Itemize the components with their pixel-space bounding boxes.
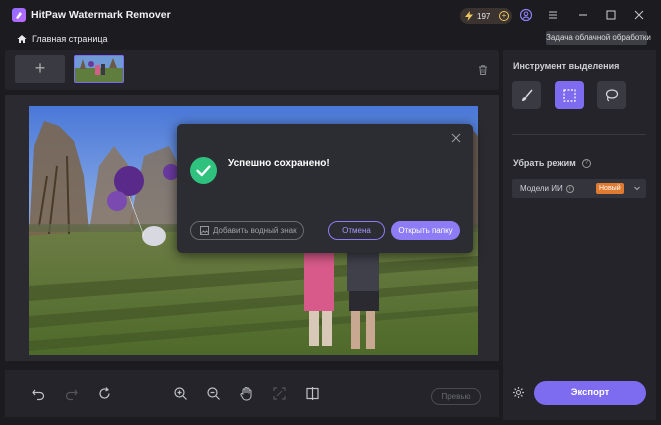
divider — [512, 134, 646, 135]
success-check-icon — [190, 157, 217, 184]
app-logo-icon — [12, 8, 26, 22]
minimize-icon[interactable] — [576, 8, 590, 22]
rect-select-tool-button[interactable] — [555, 81, 584, 109]
brush-icon — [522, 89, 533, 101]
close-window-icon[interactable] — [632, 8, 646, 22]
preview-button[interactable]: Превью — [431, 388, 481, 405]
open-folder-button[interactable]: Открыть папку — [391, 221, 460, 240]
mode-value: Модели ИИ — [520, 184, 563, 193]
home-icon — [17, 35, 27, 43]
help-icon[interactable]: ? — [581, 158, 591, 168]
editor-toolbar: Превью — [5, 370, 499, 417]
title-bar: HitPaw Watermark Remover 197 + — [0, 0, 661, 30]
app-window: HitPaw Watermark Remover 197 + Главная с… — [0, 0, 661, 425]
new-badge: Новый — [596, 183, 624, 194]
close-icon[interactable] — [451, 130, 461, 143]
add-file-button[interactable]: + — [15, 55, 65, 83]
lasso-tool-button[interactable] — [597, 81, 626, 109]
rect-select-icon — [563, 88, 576, 102]
mode-select[interactable]: Модели ИИ i Новый — [512, 179, 646, 198]
image-icon — [200, 226, 209, 235]
export-button[interactable]: Экспорт — [534, 381, 646, 405]
account-icon[interactable] — [519, 8, 533, 22]
bolt-icon — [465, 11, 473, 21]
right-panel: Инструмент выделения Убрать режим ? Моде… — [503, 50, 656, 420]
undo-icon[interactable] — [31, 386, 46, 401]
zoom-out-icon[interactable] — [206, 386, 221, 401]
app-title: HitPaw Watermark Remover — [31, 9, 171, 21]
mode-info-icon[interactable]: i — [565, 184, 574, 193]
compare-icon[interactable] — [305, 386, 320, 401]
selection-tool-title: Инструмент выделения — [513, 61, 620, 71]
maximize-icon[interactable] — [604, 8, 618, 22]
cancel-button[interactable]: Отмена — [328, 221, 385, 240]
add-credits-icon[interactable]: + — [499, 11, 509, 21]
zoom-in-icon[interactable] — [173, 386, 188, 401]
menu-icon[interactable] — [546, 8, 560, 22]
remove-mode-title: Убрать режим ? — [513, 158, 591, 168]
brush-tool-button[interactable] — [512, 81, 541, 109]
fit-screen-icon[interactable] — [272, 386, 287, 401]
credits-badge[interactable]: 197 + — [460, 8, 512, 24]
trash-icon[interactable] — [477, 63, 489, 75]
cloud-tasks-button[interactable]: Задача облачной обработки — [546, 31, 651, 45]
hand-pan-icon[interactable] — [239, 386, 254, 401]
thumbnail-strip: + — [5, 50, 499, 90]
save-success-dialog: Успешно сохранено! Добавить водный знак … — [177, 124, 473, 253]
reset-icon[interactable] — [97, 386, 112, 401]
video-thumbnail[interactable] — [74, 55, 124, 83]
add-watermark-button[interactable]: Добавить водный знак — [190, 221, 304, 240]
dialog-message: Успешно сохранено! — [228, 158, 330, 169]
redo-icon[interactable] — [64, 386, 79, 401]
credits-count: 197 — [477, 11, 491, 21]
chevron-down-icon — [634, 186, 640, 191]
home-breadcrumb[interactable]: Главная страница — [17, 32, 108, 46]
lasso-icon — [605, 88, 619, 102]
gear-icon[interactable] — [512, 386, 525, 399]
home-label: Главная страница — [32, 34, 108, 44]
